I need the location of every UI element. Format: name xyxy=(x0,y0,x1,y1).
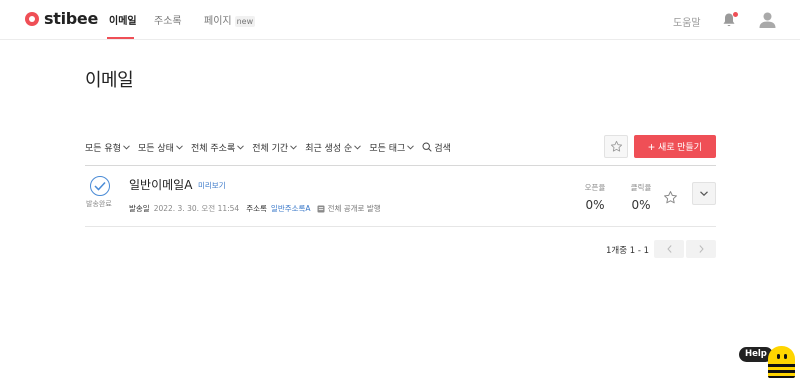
new-email-button[interactable]: + 새로 만들기 xyxy=(634,135,716,158)
bee-stripe xyxy=(768,370,795,373)
chevron-down-icon xyxy=(123,144,130,150)
bee-mascot-icon[interactable] xyxy=(768,346,795,378)
favorites-filter-button[interactable] xyxy=(604,135,628,158)
search-icon xyxy=(422,142,432,152)
email-meta: 발송일 2022. 3. 30. 오전 11:54 주소록 일반주소록A 전체 … xyxy=(129,203,381,214)
filter-sort[interactable]: 최근 생성 순 xyxy=(305,141,362,154)
chevron-down-icon xyxy=(176,144,183,150)
favorite-star-icon[interactable] xyxy=(663,190,678,205)
chevron-down-icon xyxy=(407,144,415,150)
click-rate: 클릭율 0% xyxy=(621,182,661,212)
filter-tag[interactable]: 모든 태그 xyxy=(369,141,415,154)
click-rate-value: 0% xyxy=(631,198,651,212)
list-divider xyxy=(85,165,716,166)
status-label: 발송완료 xyxy=(86,200,112,208)
bee-eye xyxy=(784,354,787,359)
filter-bar: 모든 유형 모든 상태 전체 주소록 전체 기간 최근 생성 순 모든 태그 검… xyxy=(85,140,451,154)
nav-tab-page[interactable]: 페이지 new xyxy=(204,12,256,27)
chevron-down-icon xyxy=(354,144,362,150)
stibee-logo[interactable]: stibee xyxy=(25,11,98,27)
filter-period[interactable]: 전체 기간 xyxy=(252,141,298,154)
logo-text: stibee xyxy=(44,9,99,28)
notification-dot xyxy=(733,12,738,17)
search-label: 검색 xyxy=(434,143,451,154)
logo-mark-icon xyxy=(25,12,39,26)
nav-tab-addressbook[interactable]: 주소록 xyxy=(154,12,182,27)
click-rate-label: 클릭율 xyxy=(630,183,652,192)
search-button[interactable]: 검색 xyxy=(422,141,451,154)
open-rate-value: 0% xyxy=(585,198,605,212)
open-rate-label: 오픈율 xyxy=(584,183,606,192)
filter-addressbook[interactable]: 전체 주소록 xyxy=(190,141,245,154)
chevron-down-icon xyxy=(700,191,708,196)
next-page-button[interactable] xyxy=(686,240,716,258)
check-icon xyxy=(94,181,106,191)
filter-status-label: 모든 상태 xyxy=(137,143,174,154)
sent-date-value: 2022. 3. 30. 오전 11:54 xyxy=(153,204,240,213)
new-badge: new xyxy=(234,16,256,27)
filter-sort-label: 최근 생성 순 xyxy=(305,143,353,154)
new-email-button-label: 새로 만들기 xyxy=(658,142,702,152)
chevron-left-icon xyxy=(666,245,672,253)
status-sent-icon xyxy=(90,176,110,196)
user-icon[interactable] xyxy=(759,11,776,28)
filter-status[interactable]: 모든 상태 xyxy=(138,141,183,154)
email-title[interactable]: 일반이메일A xyxy=(129,176,192,193)
help-widget[interactable]: Help xyxy=(739,346,797,378)
addressbook-label: 주소록 xyxy=(246,204,267,213)
visibility-label: 전체 공개로 발행 xyxy=(327,204,381,213)
pagination-info: 1개중 1 - 1 xyxy=(606,246,650,256)
filter-addressbook-label: 전체 주소록 xyxy=(190,143,236,154)
chevron-down-icon xyxy=(290,144,298,150)
sent-date-label: 발송일 xyxy=(129,204,150,213)
help-link[interactable]: 도움말 xyxy=(673,14,701,29)
filter-type-label: 모든 유형 xyxy=(85,143,121,154)
active-tab-indicator xyxy=(107,37,134,39)
nav-tab-email[interactable]: 이메일 xyxy=(109,12,137,27)
bee-stripe xyxy=(768,364,795,367)
chevron-down-icon xyxy=(237,144,245,150)
open-rate: 오픈율 0% xyxy=(575,182,615,212)
bee-stripe xyxy=(768,376,795,378)
bee-eye xyxy=(777,354,780,359)
public-page-icon xyxy=(317,205,325,212)
expand-row-button[interactable] xyxy=(692,182,716,205)
page-title: 이메일 xyxy=(85,70,134,91)
nav-tab-page-label: 페이지 xyxy=(204,16,232,27)
preview-link[interactable]: 미리보기 xyxy=(198,180,226,191)
filter-tag-label: 모든 태그 xyxy=(369,143,406,154)
row-divider xyxy=(85,226,716,227)
visibility-info: 전체 공개로 발행 xyxy=(317,203,381,214)
chevron-right-icon xyxy=(698,245,704,253)
addressbook-link[interactable]: 일반주소록A xyxy=(271,203,311,214)
plus-icon: + xyxy=(648,139,656,154)
filter-type[interactable]: 모든 유형 xyxy=(85,141,130,154)
prev-page-button[interactable] xyxy=(654,240,684,258)
top-nav: stibee 이메일 주소록 페이지 new 도움말 xyxy=(0,0,800,40)
star-icon xyxy=(610,140,622,152)
filter-period-label: 전체 기간 xyxy=(252,143,289,154)
